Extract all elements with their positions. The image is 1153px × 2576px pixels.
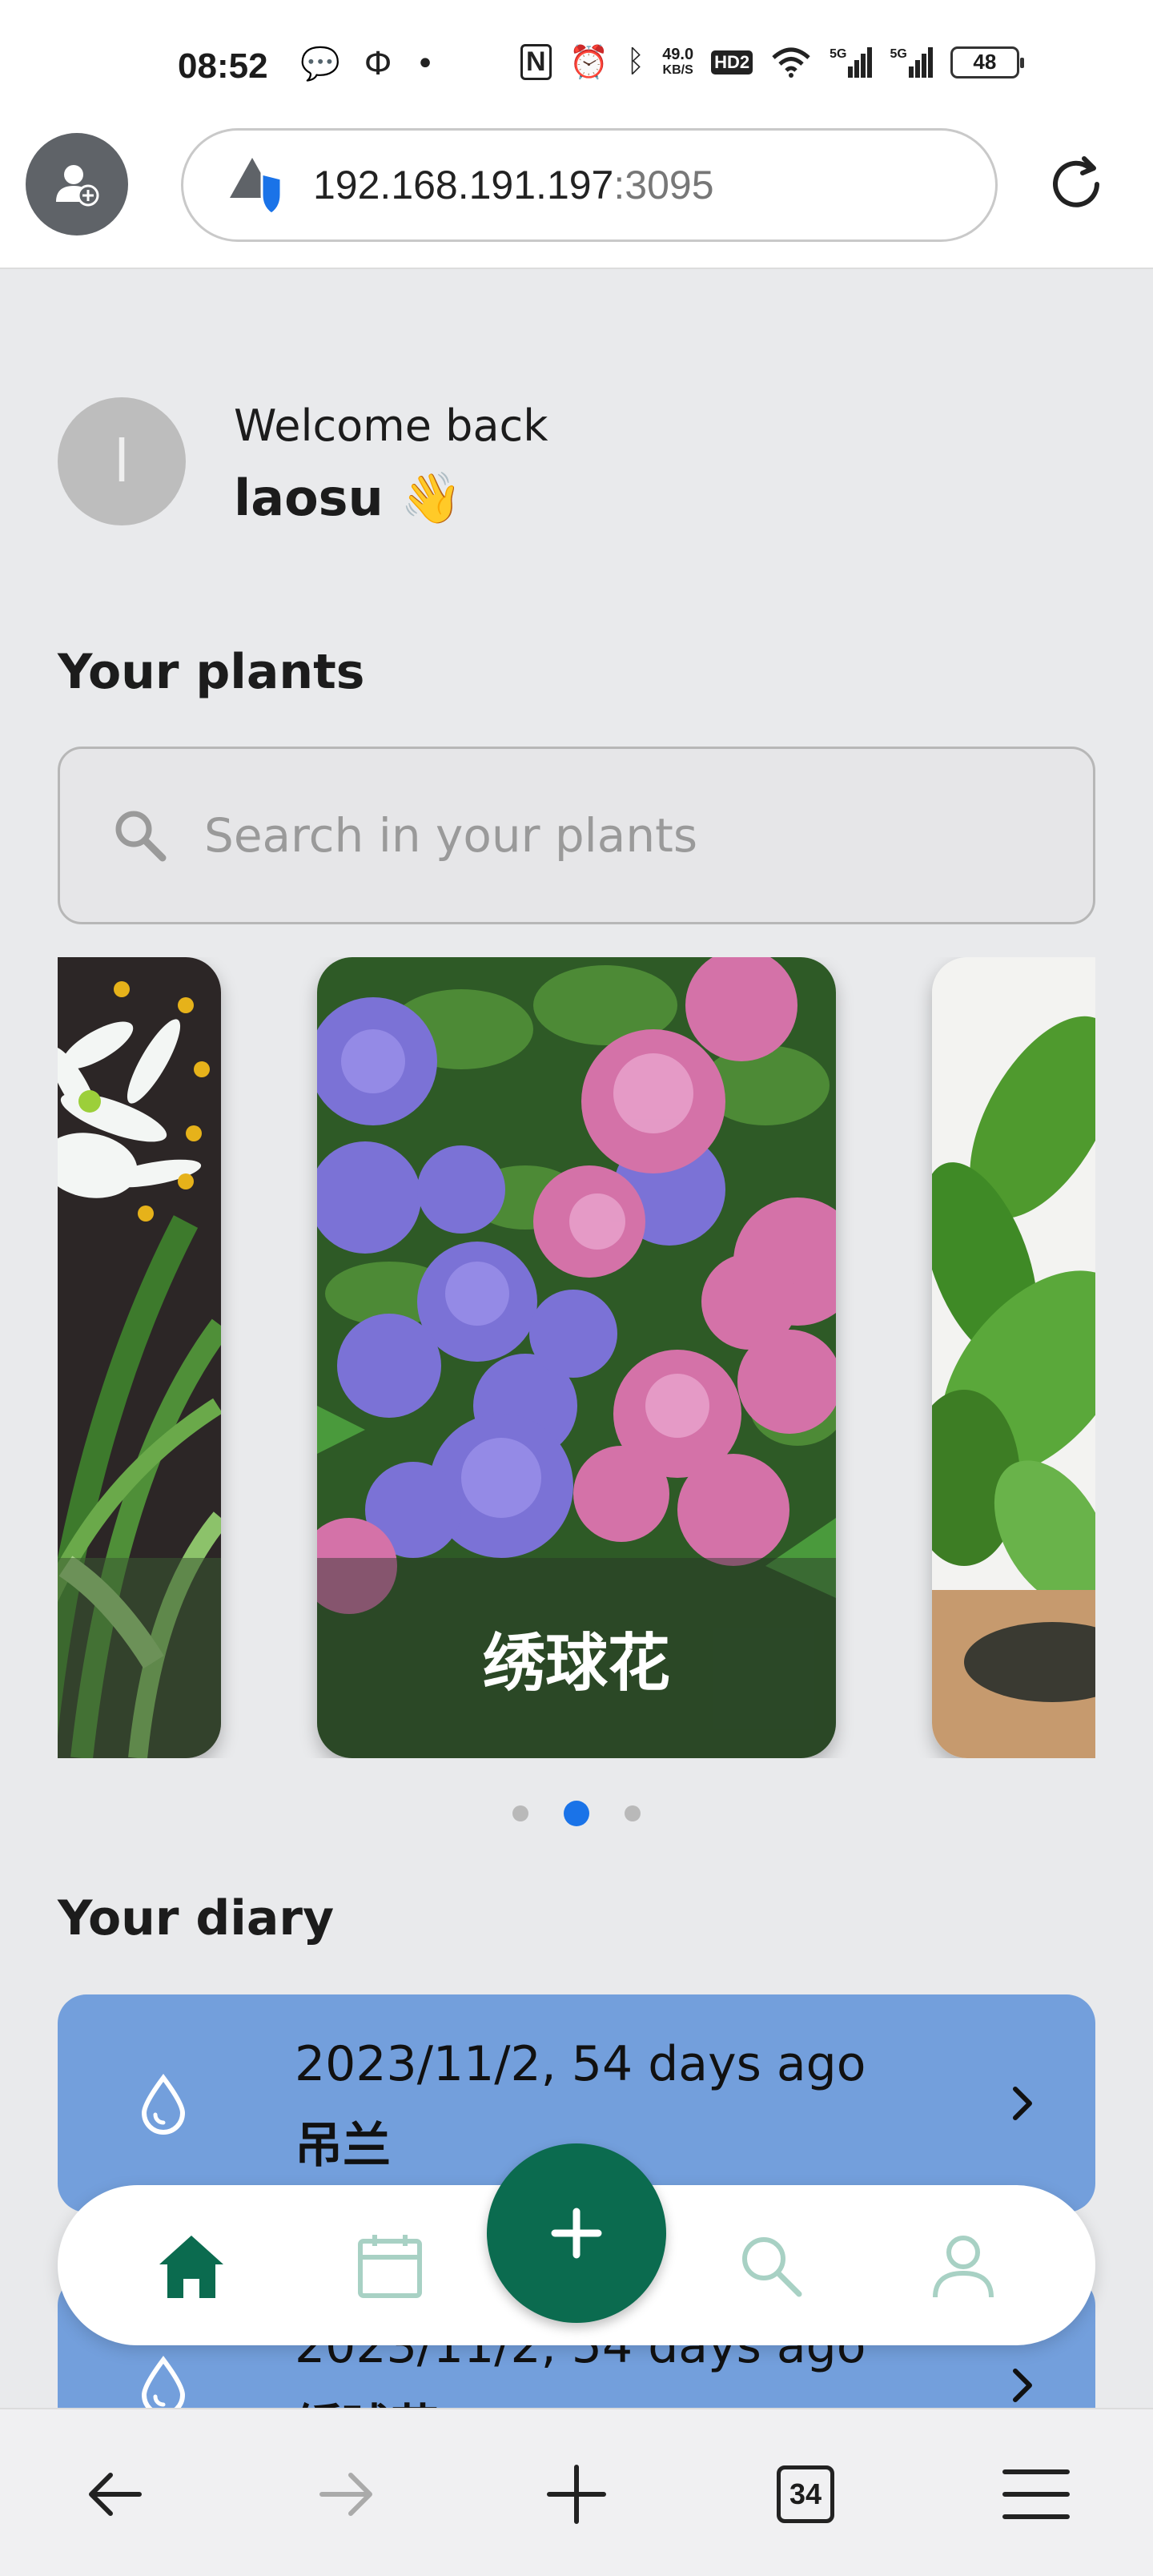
carousel-dot[interactable] [512, 1805, 528, 1821]
signal-label: 5G [830, 46, 847, 61]
add-user-icon [56, 165, 99, 207]
reload-button[interactable] [1041, 149, 1111, 219]
plant-name-band: 绣球花 [317, 1558, 836, 1758]
battery-icon: 48 [950, 46, 1024, 78]
calendar-icon [358, 2235, 422, 2298]
tabs-button[interactable]: 34 [765, 2454, 846, 2534]
system-icons: N ⏰ ᛒ 49.0 KB/S HD2 5G 5G 48 [520, 43, 1024, 81]
plant-image [58, 957, 221, 1758]
reload-icon [1053, 156, 1099, 207]
user-icon [933, 2236, 994, 2298]
user-avatar[interactable]: l [58, 397, 186, 525]
add-plant-button[interactable] [487, 2143, 666, 2323]
diary-plant-name: 吊兰 [295, 2118, 391, 2174]
carousel-dot[interactable] [625, 1805, 641, 1821]
alarm-icon: ⏰ [568, 45, 609, 80]
nav-calendar[interactable] [346, 2222, 434, 2310]
signal-icon: 5G [830, 46, 873, 78]
url-text: 192.168.191.197:3095 [313, 162, 714, 208]
diary-date: 2023/11/2, 54 days ago [295, 2036, 866, 2092]
search-icon [742, 2237, 802, 2297]
plant-carousel[interactable]: 绣球花 [58, 957, 1095, 1758]
wifi-icon [772, 47, 810, 78]
nav-home[interactable] [147, 2222, 235, 2310]
home-icon [159, 2236, 223, 2298]
signal-label-2: 5G [890, 46, 907, 61]
notification-icons: 💬 Ф • [300, 45, 435, 83]
plants-section-title: Your plants [58, 644, 365, 700]
bluetooth-icon: ᛒ [626, 45, 645, 78]
plant-card-spider-plant[interactable] [58, 957, 221, 1758]
security-warning-icon [230, 158, 283, 215]
network-speed: 49.0 KB/S [662, 46, 693, 78]
menu-icon [1002, 2469, 1070, 2519]
url-field[interactable]: 192.168.191.197:3095 [181, 128, 998, 242]
signal-icon-2: 5G [890, 46, 933, 78]
plus-icon [547, 2465, 606, 2524]
plant-search-input[interactable]: Search in your plants [58, 747, 1095, 924]
search-placeholder: Search in your plants [204, 808, 698, 863]
tiktok-icon: Ф [364, 45, 392, 83]
wechat-icon: 💬 [300, 46, 340, 83]
plant-image [932, 957, 1095, 1758]
hd-badge: HD2 [711, 50, 753, 74]
menu-button[interactable] [996, 2454, 1076, 2534]
carousel-pagination [0, 1801, 1153, 1826]
browser-address-bar: 192.168.191.197:3095 [0, 128, 1153, 269]
plant-card-unnamed[interactable] [932, 957, 1095, 1758]
carousel-dot-active[interactable] [564, 1801, 589, 1826]
dot-icon: • [416, 45, 435, 83]
search-icon [115, 811, 167, 862]
water-drop-icon [141, 2073, 186, 2135]
plant-name: 绣球花 [482, 1628, 670, 1700]
nav-profile[interactable] [919, 2222, 1007, 2310]
browser-toolbar: 34 [0, 2408, 1153, 2576]
status-time: 08:52 [178, 46, 268, 86]
network-speed-unit: KB/S [662, 62, 693, 77]
url-host: 192.168.191.197 [313, 163, 614, 207]
chevron-right-icon [1013, 2369, 1032, 2402]
url-port: :3095 [613, 163, 714, 207]
plant-card-hydrangea[interactable]: 绣球花 [317, 957, 836, 1758]
new-tab-button[interactable] [536, 2454, 617, 2534]
status-bar: 08:52 💬 Ф • N ⏰ ᛒ 49.0 KB/S HD2 5G 5G 48 [0, 0, 1153, 128]
plus-icon [551, 2208, 602, 2259]
arrow-left-icon [89, 2473, 142, 2516]
arrow-right-icon [319, 2473, 372, 2516]
back-button[interactable] [75, 2454, 155, 2534]
nfc-icon: N [520, 44, 552, 80]
tabs-count: 34 [777, 2465, 834, 2523]
username: laosu 👋 [234, 469, 463, 527]
nav-search[interactable] [727, 2222, 815, 2310]
diary-section-title: Your diary [58, 1890, 335, 1946]
welcome-text: Welcome back [234, 400, 548, 451]
forward-button[interactable] [306, 2454, 386, 2534]
profile-button[interactable] [26, 133, 128, 235]
network-speed-value: 49.0 [662, 45, 694, 63]
chevron-right-icon [1013, 2087, 1032, 2120]
